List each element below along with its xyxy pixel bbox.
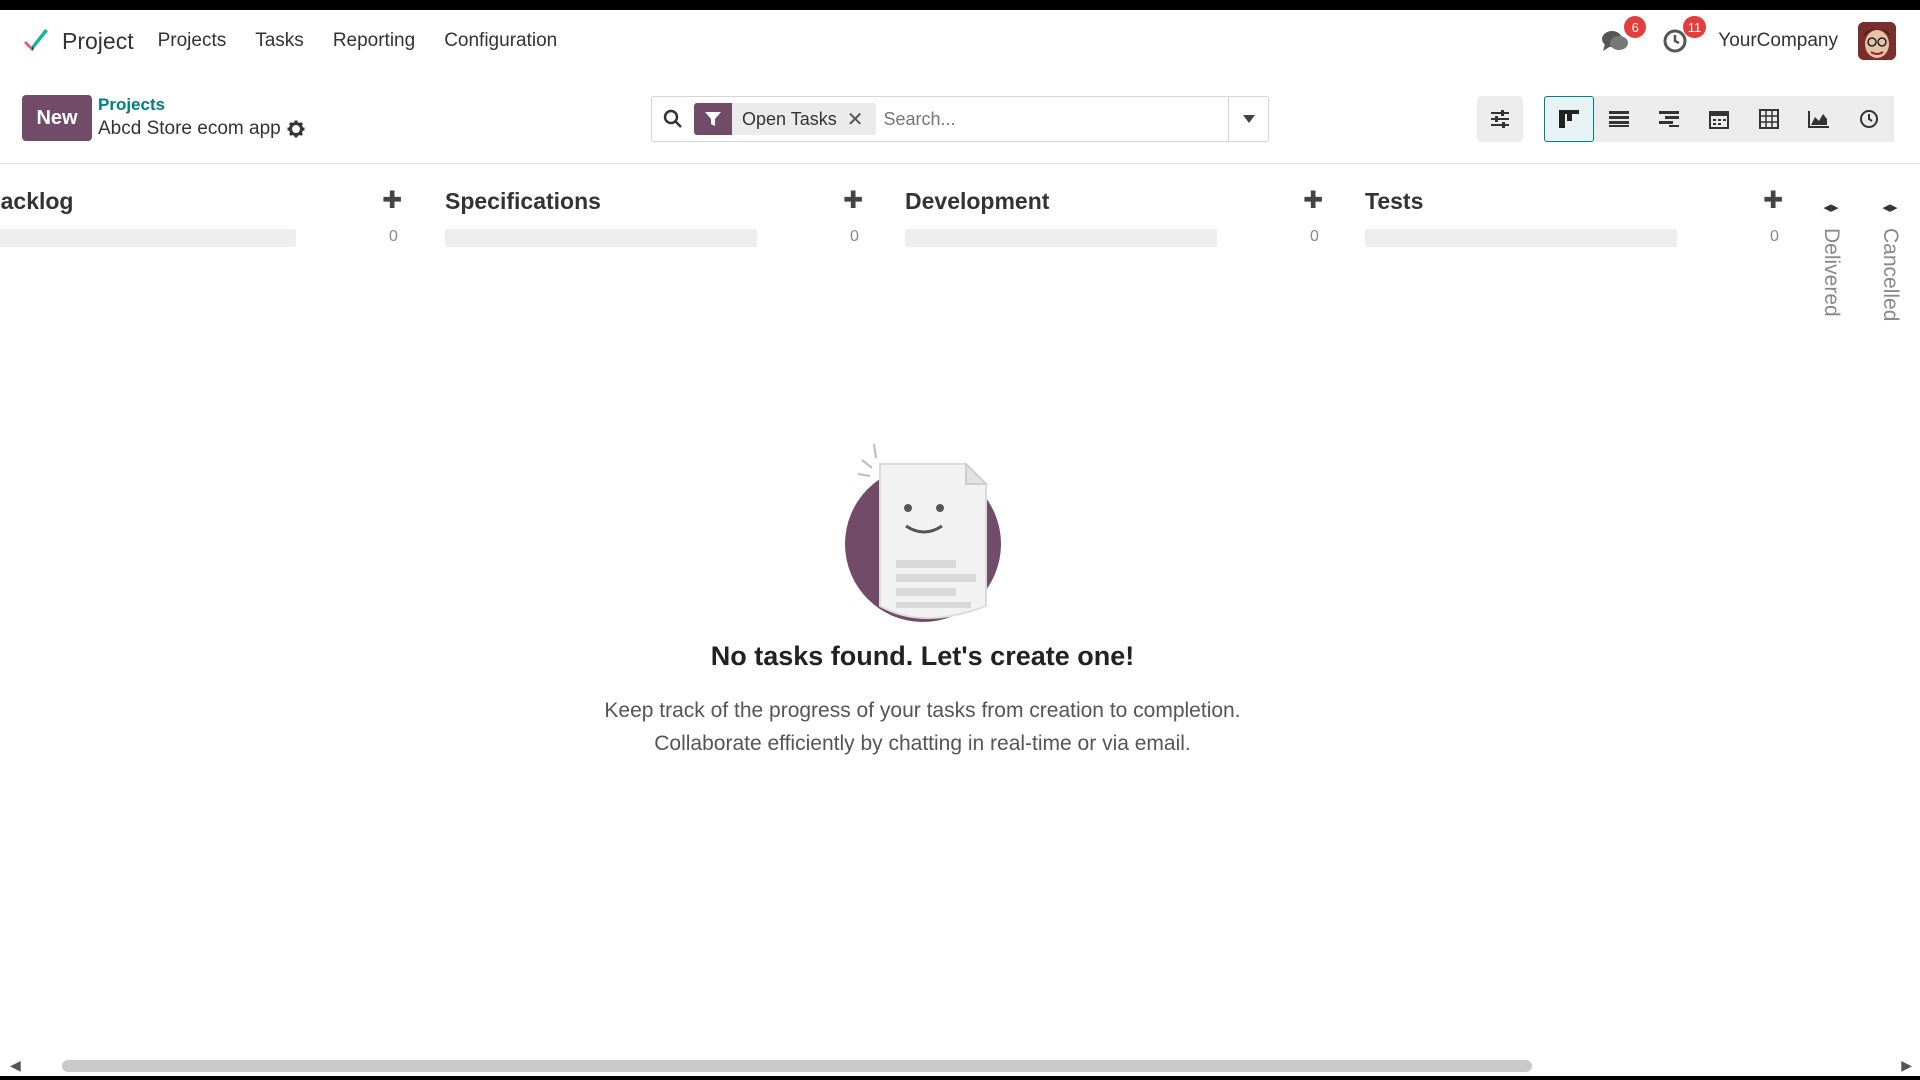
column-count: 0: [1310, 228, 1319, 245]
column-add-button[interactable]: ✚: [1303, 186, 1323, 215]
breadcrumb-current: Abcd Store ecom app: [98, 118, 305, 140]
gantt-view-button[interactable]: [1644, 96, 1694, 142]
gantt-icon: [1659, 111, 1679, 127]
search-button[interactable]: [652, 97, 694, 141]
view-settings-button[interactable]: [1477, 96, 1523, 142]
scroll-left-arrow-icon[interactable]: ◀: [10, 1057, 21, 1074]
list-icon: [1609, 111, 1629, 127]
user-avatar[interactable]: [1858, 22, 1896, 60]
systray: 6 11 YourCompany: [1598, 16, 1896, 62]
column-title[interactable]: Backlog: [0, 188, 73, 215]
list-view-button[interactable]: [1594, 96, 1644, 142]
unfold-arrows-icon[interactable]: ◂▸: [1811, 198, 1851, 216]
filter-icon: [705, 112, 721, 126]
kanban-board: Backlog ✚ 0 Specifications ✚ 0 Developme…: [0, 164, 1920, 1064]
table-icon: [1759, 109, 1779, 129]
kanban-icon: [1559, 110, 1579, 128]
column-title[interactable]: Tests: [1365, 188, 1423, 215]
scrollbar-thumb[interactable]: [62, 1060, 1532, 1072]
caret-down-icon: [1242, 115, 1255, 123]
facet-remove-button[interactable]: ✕: [847, 107, 876, 132]
area-chart-icon: [1808, 111, 1829, 128]
facet-filter-icon: [694, 103, 732, 135]
graph-view-button[interactable]: [1794, 96, 1844, 142]
view-switcher: [1544, 96, 1894, 142]
kanban-view-button[interactable]: [1544, 96, 1594, 142]
activity-view-button[interactable]: [1844, 96, 1894, 142]
calendar-icon: [1709, 111, 1729, 129]
app-name: Project: [62, 27, 134, 54]
column-count: 0: [1770, 228, 1779, 245]
folded-column-label: Cancelled: [1879, 228, 1902, 322]
breadcrumb-projects-link[interactable]: Projects: [98, 95, 165, 115]
column-progress-bar: [445, 229, 757, 247]
pivot-view-button[interactable]: [1744, 96, 1794, 142]
empty-state-line: Collaborate efficiently by chatting in r…: [654, 732, 1191, 755]
company-switcher[interactable]: YourCompany: [1718, 30, 1838, 52]
control-panel: New Projects Abcd Store ecom app Open Ta…: [0, 72, 1920, 164]
column-add-button[interactable]: ✚: [1763, 186, 1783, 215]
activities-badge: 11: [1682, 16, 1707, 38]
unfold-arrows-icon[interactable]: ◂▸: [1870, 198, 1910, 216]
main-menu: Projects Tasks Reporting Configuration: [158, 30, 587, 52]
new-button[interactable]: New: [22, 95, 92, 141]
column-title[interactable]: Specifications: [445, 188, 601, 215]
sliders-icon: [1491, 110, 1509, 128]
app-brand[interactable]: Project: [20, 25, 134, 57]
app-window: Project Projects Tasks Reporting Configu…: [0, 10, 1920, 1076]
kanban-column: Development ✚ 0: [905, 164, 1325, 254]
horizontal-scrollbar[interactable]: ◀ ▶: [0, 1054, 1920, 1076]
menu-projects[interactable]: Projects: [158, 30, 227, 52]
empty-state-description: Keep track of the progress of your tasks…: [0, 694, 1845, 760]
column-progress-bar: [905, 229, 1217, 247]
calendar-view-button[interactable]: [1694, 96, 1744, 142]
menu-reporting[interactable]: Reporting: [333, 30, 415, 52]
empty-state-line: Keep track of the progress of your tasks…: [604, 699, 1241, 722]
breadcrumb-current-label: Abcd Store ecom app: [98, 118, 281, 139]
empty-state-title: No tasks found. Let's create one!: [710, 641, 1135, 671]
folded-column[interactable]: ◂▸ Cancelled: [1870, 198, 1910, 398]
filter-facet: Open Tasks ✕: [694, 103, 876, 135]
column-progress-bar: [1365, 229, 1677, 247]
column-add-button[interactable]: ✚: [843, 186, 863, 215]
kanban-column: Specifications ✚ 0: [445, 164, 865, 254]
scroll-right-arrow-icon[interactable]: ▶: [1901, 1057, 1912, 1074]
project-app-icon: [24, 29, 48, 51]
kanban-column: Backlog ✚ 0: [0, 164, 404, 254]
search-input[interactable]: [875, 99, 1228, 139]
menu-tasks[interactable]: Tasks: [255, 30, 304, 52]
empty-state: No tasks found. Let's create one! Keep t…: [0, 434, 1845, 760]
menu-configuration[interactable]: Configuration: [444, 30, 557, 52]
search-options-toggle[interactable]: [1228, 97, 1268, 141]
top-navbar: Project Projects Tasks Reporting Configu…: [0, 10, 1920, 72]
kanban-column: Tests ✚ 0: [1365, 164, 1785, 254]
search-icon: [663, 109, 682, 128]
avatar-face-icon: [1858, 22, 1896, 60]
column-add-button[interactable]: ✚: [382, 186, 402, 215]
facet-label: Open Tasks: [742, 108, 837, 129]
messaging-button[interactable]: 6: [1598, 16, 1647, 58]
folded-column-label: Delivered: [1820, 228, 1843, 317]
column-progress-bar: [0, 229, 296, 247]
folded-column[interactable]: ◂▸ Delivered: [1811, 198, 1851, 398]
messages-badge: 6: [1624, 16, 1647, 38]
search-bar: Open Tasks ✕: [651, 96, 1269, 142]
clock-icon: [1860, 110, 1878, 128]
column-count: 0: [389, 228, 398, 245]
column-title[interactable]: Development: [905, 188, 1049, 215]
gear-icon[interactable]: [287, 120, 305, 138]
activities-button[interactable]: 11: [1658, 16, 1707, 58]
smiling-document-illustration: [844, 443, 1001, 622]
column-count: 0: [850, 228, 859, 245]
